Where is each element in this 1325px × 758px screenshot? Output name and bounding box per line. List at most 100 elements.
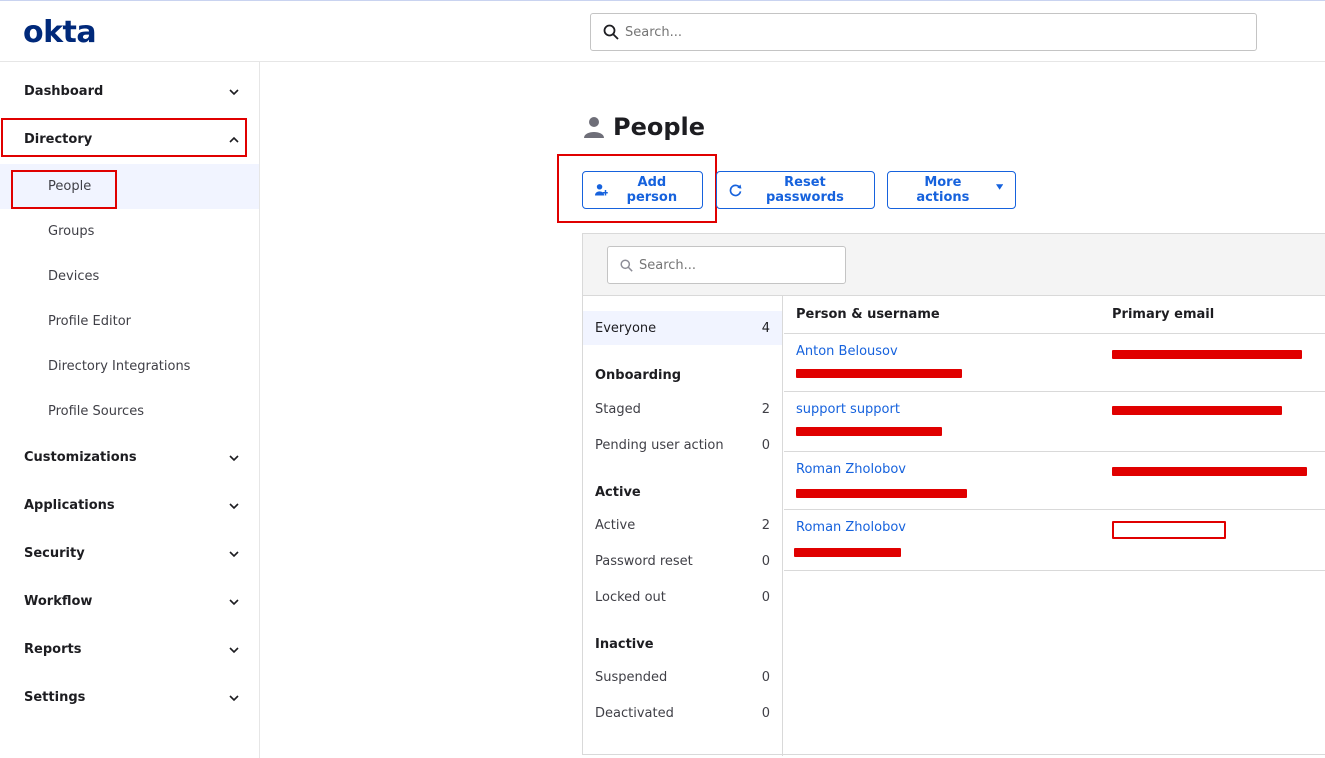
- chevron-down-icon: [229, 88, 239, 95]
- filter-label: Pending user action: [595, 437, 724, 453]
- add-user-icon: [595, 184, 608, 196]
- filter-password-reset[interactable]: Password reset 0: [583, 544, 782, 578]
- chevron-down-icon: [229, 694, 239, 701]
- filter-label: Password reset: [595, 553, 693, 569]
- filter-heading-active: Active: [595, 485, 641, 500]
- redaction-mark: [794, 548, 901, 557]
- sidebar-item-directory-integrations[interactable]: Directory Integrations: [48, 359, 190, 374]
- refresh-icon: [729, 184, 742, 197]
- filter-label: Everyone: [595, 320, 657, 336]
- filter-label: Deactivated: [595, 705, 674, 721]
- filter-staged[interactable]: Staged 2: [583, 392, 782, 426]
- sidebar-item-devices[interactable]: Devices: [48, 269, 99, 284]
- table-row: Roman Zholobov: [784, 452, 1325, 510]
- filter-count: 0: [761, 553, 770, 569]
- filter-count: 2: [761, 517, 770, 533]
- sidebar-item-profile-sources[interactable]: Profile Sources: [48, 404, 144, 419]
- redaction-mark: [796, 427, 942, 436]
- sidebar-item-dashboard[interactable]: Dashboard: [24, 84, 239, 99]
- filter-count: 4: [761, 320, 770, 336]
- chevron-down-icon: [229, 646, 239, 653]
- sidebar: Dashboard Directory People Groups Device…: [0, 62, 260, 758]
- redaction-mark: [1112, 406, 1282, 415]
- filter-suspended[interactable]: Suspended 0: [583, 660, 782, 694]
- top-bar: okta: [0, 0, 1325, 62]
- filter-active[interactable]: Active 2: [583, 508, 782, 542]
- filter-locked-out[interactable]: Locked out 0: [583, 580, 782, 614]
- sidebar-active-highlight: [0, 164, 259, 209]
- table-header: Person & username Primary email: [784, 296, 1325, 334]
- filter-deactivated[interactable]: Deactivated 0: [583, 696, 782, 730]
- redaction-mark: [796, 489, 967, 498]
- more-actions-label: More actions: [916, 175, 970, 205]
- sidebar-item-label: Dashboard: [24, 84, 104, 99]
- okta-logo[interactable]: okta: [23, 15, 97, 50]
- person-name-link[interactable]: Roman Zholobov: [796, 462, 906, 477]
- people-search-input[interactable]: [639, 257, 829, 273]
- sidebar-item-label: Directory: [24, 132, 93, 147]
- global-search-input[interactable]: [625, 24, 1225, 40]
- table-row: support support: [784, 392, 1325, 452]
- filter-label: Locked out: [595, 589, 666, 605]
- table-row: Roman Zholobov: [784, 510, 1325, 571]
- sidebar-item-applications[interactable]: Applications: [24, 498, 239, 513]
- sidebar-item-settings[interactable]: Settings: [24, 690, 239, 705]
- filter-label: Suspended: [595, 669, 668, 685]
- filter-heading-inactive: Inactive: [595, 637, 654, 652]
- sidebar-item-reports[interactable]: Reports: [24, 642, 239, 657]
- page-title: People: [613, 113, 706, 141]
- chevron-down-icon: [229, 502, 239, 509]
- chevron-down-icon: [229, 598, 239, 605]
- sidebar-item-people[interactable]: People: [48, 179, 91, 194]
- chevron-down-icon: [229, 454, 239, 461]
- sidebar-item-label: Security: [24, 546, 85, 561]
- column-email[interactable]: Primary email: [1112, 307, 1214, 322]
- search-icon: [620, 258, 633, 272]
- filter-everyone[interactable]: Everyone 4: [583, 311, 782, 345]
- sidebar-item-label: Reports: [24, 642, 82, 657]
- add-person-button[interactable]: Add person: [582, 171, 703, 209]
- filter-label: Staged: [595, 401, 641, 417]
- chevron-down-icon: [229, 550, 239, 557]
- column-person[interactable]: Person & username: [796, 307, 940, 322]
- filter-pending-user-action[interactable]: Pending user action 0: [583, 428, 782, 462]
- sidebar-item-profile-editor[interactable]: Profile Editor: [48, 314, 131, 329]
- redaction-mark: [796, 369, 962, 378]
- filter-count: 0: [761, 705, 770, 721]
- more-actions-button[interactable]: More actions: [887, 171, 1016, 209]
- sidebar-item-label: Settings: [24, 690, 86, 705]
- filter-count: 2: [761, 401, 770, 417]
- filter-count: 0: [761, 437, 770, 453]
- person-name-link[interactable]: Roman Zholobov: [796, 520, 906, 535]
- panel-header: [583, 234, 1325, 296]
- add-person-label: Add person: [626, 175, 678, 205]
- status-filters: Everyone 4 Onboarding Staged 2 Pending u…: [583, 296, 783, 756]
- filter-heading-onboarding: Onboarding: [595, 368, 682, 383]
- person-icon: [584, 117, 604, 138]
- redaction-mark: [1112, 350, 1302, 359]
- people-search[interactable]: [607, 246, 846, 284]
- global-search[interactable]: [590, 13, 1257, 51]
- sidebar-item-customizations[interactable]: Customizations: [24, 450, 239, 465]
- chevron-up-icon: [229, 136, 239, 143]
- people-panel: Everyone 4 Onboarding Staged 2 Pending u…: [582, 233, 1325, 756]
- sidebar-item-label: Workflow: [24, 594, 93, 609]
- filter-count: 0: [761, 589, 770, 605]
- search-icon: [603, 24, 619, 40]
- sidebar-item-groups[interactable]: Groups: [48, 224, 94, 239]
- filter-label: Active: [595, 517, 636, 533]
- caret-down-icon: [995, 184, 1003, 190]
- sidebar-item-security[interactable]: Security: [24, 546, 239, 561]
- redaction-mark: [1112, 521, 1226, 539]
- person-name-link[interactable]: Anton Belousov: [796, 344, 898, 359]
- sidebar-item-workflow[interactable]: Workflow: [24, 594, 239, 609]
- sidebar-item-directory[interactable]: Directory: [24, 132, 239, 147]
- sidebar-item-label: Customizations: [24, 450, 137, 465]
- redaction-mark: [1112, 467, 1307, 476]
- sidebar-item-label: Applications: [24, 498, 115, 513]
- reset-passwords-button[interactable]: Reset passwords: [716, 171, 875, 209]
- person-name-link[interactable]: support support: [796, 402, 900, 417]
- filter-count: 0: [761, 669, 770, 685]
- table-row: Anton Belousov: [784, 334, 1325, 392]
- reset-passwords-label: Reset passwords: [765, 175, 844, 205]
